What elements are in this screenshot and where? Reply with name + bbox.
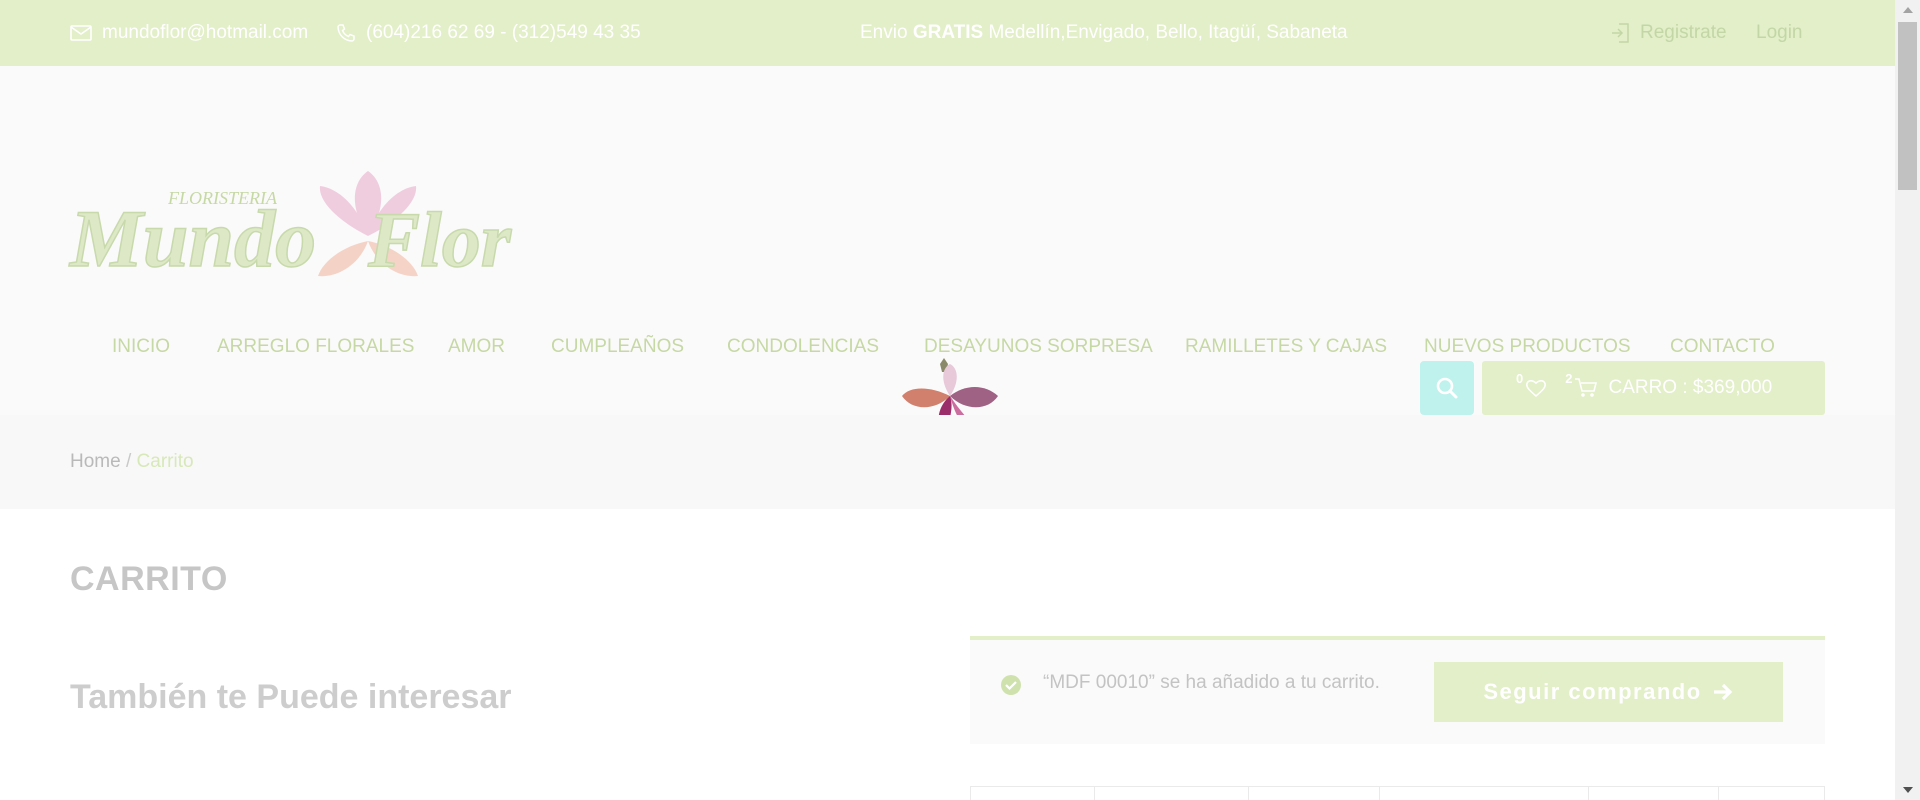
chevron-up-icon — [1902, 7, 1913, 13]
nav-ramilletes-y-cajas[interactable]: RAMILLETES Y CAJAS — [1185, 336, 1387, 358]
search-button[interactable] — [1420, 361, 1474, 415]
breadcrumb-home[interactable]: Home — [70, 451, 121, 472]
contact-email[interactable]: mundoflor@hotmail.com — [70, 0, 308, 66]
heart-icon — [1526, 380, 1547, 398]
breadcrumb-current: Carrito — [136, 451, 194, 472]
page-title: CARRITO — [70, 560, 228, 598]
top-bar: mundoflor@hotmail.com (604)216 62 69 - (… — [0, 0, 1895, 66]
nav-desayunos-sorpresa[interactable]: DESAYUNOS SORPRESA — [924, 336, 1153, 358]
contact-phone[interactable]: (604)216 62 69 - (312)549 43 35 — [336, 0, 641, 66]
continue-shopping-button[interactable]: Seguir comprando — [1434, 662, 1783, 722]
phone-text: (604)216 62 69 - (312)549 43 35 — [366, 22, 641, 43]
scroll-down-arrow[interactable] — [1895, 780, 1920, 800]
logo-main-text-2: Flor — [367, 196, 512, 283]
wishlist-link[interactable]: 0 — [1516, 371, 1547, 398]
related-products-title: También te Puede interesar — [70, 678, 512, 716]
arrow-right-icon — [1713, 683, 1732, 701]
nav-contacto[interactable]: CONTACTO — [1670, 336, 1775, 358]
nav-amor[interactable]: AMOR — [448, 336, 505, 358]
register-link[interactable]: Registrate — [1610, 0, 1727, 66]
search-icon — [1436, 377, 1458, 399]
page-scrollbar[interactable] — [1895, 0, 1920, 800]
check-circle-icon — [1001, 675, 1021, 695]
phone-icon — [337, 24, 355, 42]
cart-icon-group: 2 — [1565, 371, 1598, 399]
continue-shopping-label: Seguir comprando — [1483, 679, 1702, 704]
breadcrumb-separator: / — [125, 451, 132, 472]
cart-icon — [1575, 378, 1598, 397]
register-label: Registrate — [1640, 22, 1727, 43]
scroll-thumb[interactable] — [1898, 22, 1917, 190]
chevron-down-icon — [1902, 787, 1913, 793]
logo-main-text: Mundo — [68, 193, 316, 284]
nav-nuevos-productos[interactable]: NUEVOS PRODUCTOS — [1424, 336, 1631, 358]
breadcrumb: Home / Carrito — [70, 451, 194, 473]
breadcrumb-band: Home / Carrito — [0, 415, 1895, 509]
cart-button[interactable]: 0 2 CARRO : $369,000 — [1482, 361, 1825, 415]
added-to-cart-notice: “MDF 00010” se ha añadido a tu carrito. … — [970, 636, 1825, 744]
login-label: Login — [1756, 22, 1803, 43]
login-link[interactable]: Login — [1756, 0, 1803, 66]
cart-count: 2 — [1565, 370, 1573, 386]
sign-in-icon — [1612, 23, 1629, 43]
mundo-flor-logo[interactable]: FLORISTERIA Mundo Flor — [68, 166, 538, 301]
nav-arreglo-florales[interactable]: ARREGLO FLORALES — [217, 336, 414, 358]
free-shipping-promo: Envio GRATIS Medellín,Envigado, Bello, I… — [860, 0, 1348, 66]
nav-inicio[interactable]: INICIO — [112, 336, 170, 358]
cart-table — [970, 786, 1825, 800]
notice-message: “MDF 00010” se ha añadido a tu carrito. — [1043, 672, 1380, 693]
scroll-up-arrow[interactable] — [1895, 0, 1920, 20]
envelope-icon — [70, 25, 92, 41]
wishlist-count: 0 — [1516, 370, 1524, 386]
nav-condolencias[interactable]: CONDOLENCIAS — [727, 336, 879, 358]
promo-prefix: Envio — [860, 22, 908, 43]
nav-cumpleanos[interactable]: CUMPLEAÑOS — [551, 336, 684, 358]
promo-cities: Medellín,Envigado, Bello, Itagüí, Sabane… — [988, 22, 1348, 43]
promo-bold: GRATIS — [912, 22, 984, 43]
cart-total: CARRO : $369,000 — [1608, 377, 1773, 398]
email-text: mundoflor@hotmail.com — [102, 22, 309, 43]
